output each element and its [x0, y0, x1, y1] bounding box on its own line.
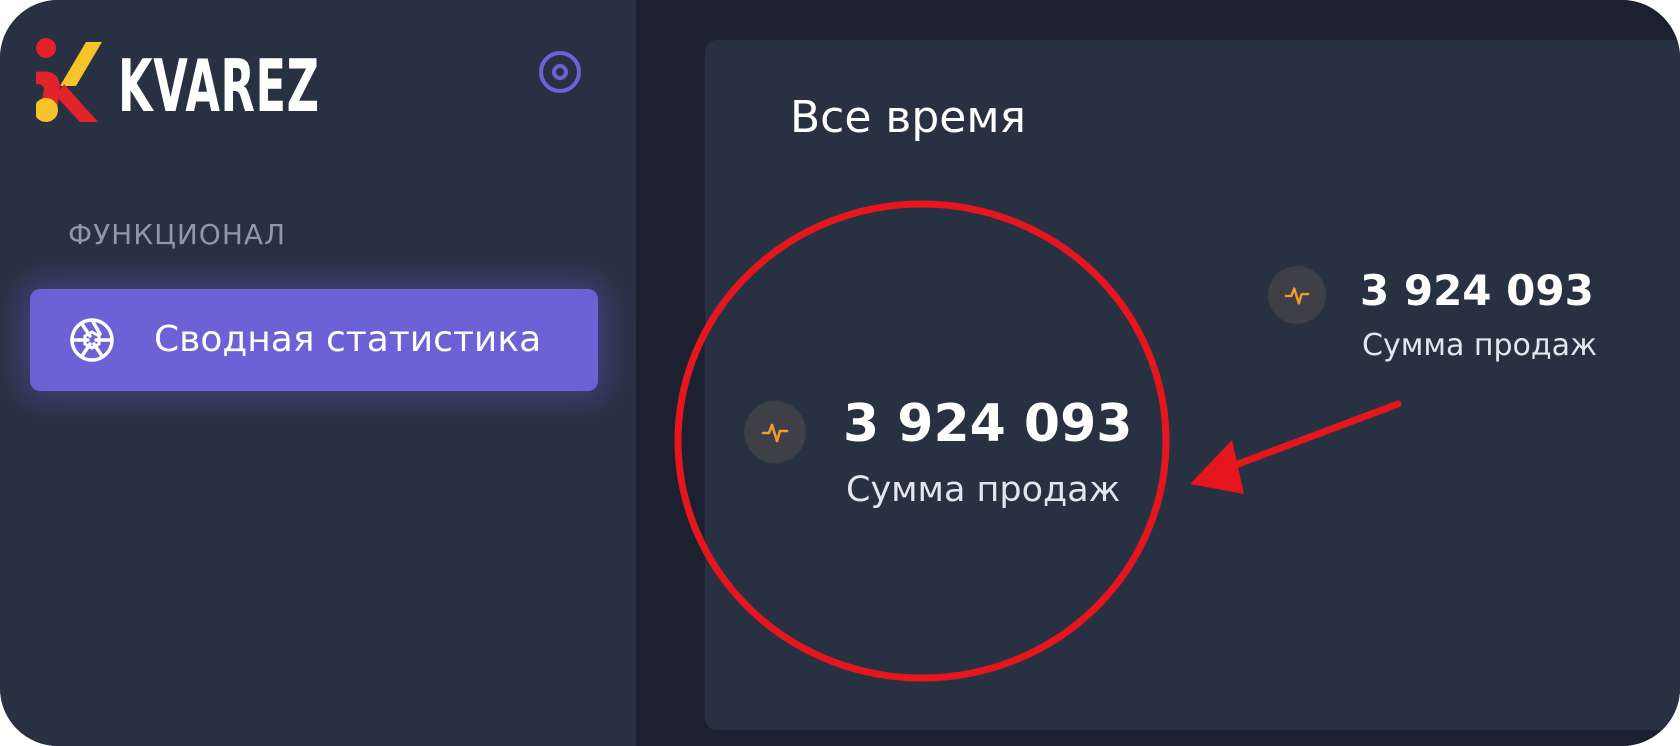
aperture-icon — [70, 318, 114, 362]
sidebar-item-label: Сводная статистика — [154, 319, 542, 360]
card-title: Все время — [790, 92, 1027, 143]
kvarez-logo-icon — [36, 38, 102, 122]
stat-label: Сумма продаж — [846, 470, 1121, 510]
stat-label: Сумма продаж — [1362, 328, 1598, 363]
stats-card — [705, 40, 1680, 730]
stat-value: 3 924 093 — [843, 394, 1133, 454]
brand-name: KVAREZ — [118, 44, 320, 128]
stat-icon-badge — [1268, 266, 1326, 324]
sidebar-item-summary-statistics[interactable]: Сводная статистика — [30, 289, 598, 391]
target-circle-icon — [539, 51, 581, 93]
brand-logo[interactable]: KVAREZ — [36, 38, 319, 134]
sidebar-toggle-button[interactable] — [537, 49, 583, 95]
sidebar-section-label: ФУНКЦИОНАЛ — [68, 218, 287, 251]
activity-pulse-icon — [1284, 287, 1310, 305]
stat-value: 3 924 093 — [1360, 266, 1594, 315]
sidebar: KVAREZ ФУНКЦИОНАЛ Сводная статистика — [0, 0, 636, 746]
app-window: KVAREZ ФУНКЦИОНАЛ Сводная статистика Все… — [0, 0, 1680, 746]
stat-icon-badge — [744, 401, 806, 463]
activity-pulse-icon — [761, 423, 789, 443]
